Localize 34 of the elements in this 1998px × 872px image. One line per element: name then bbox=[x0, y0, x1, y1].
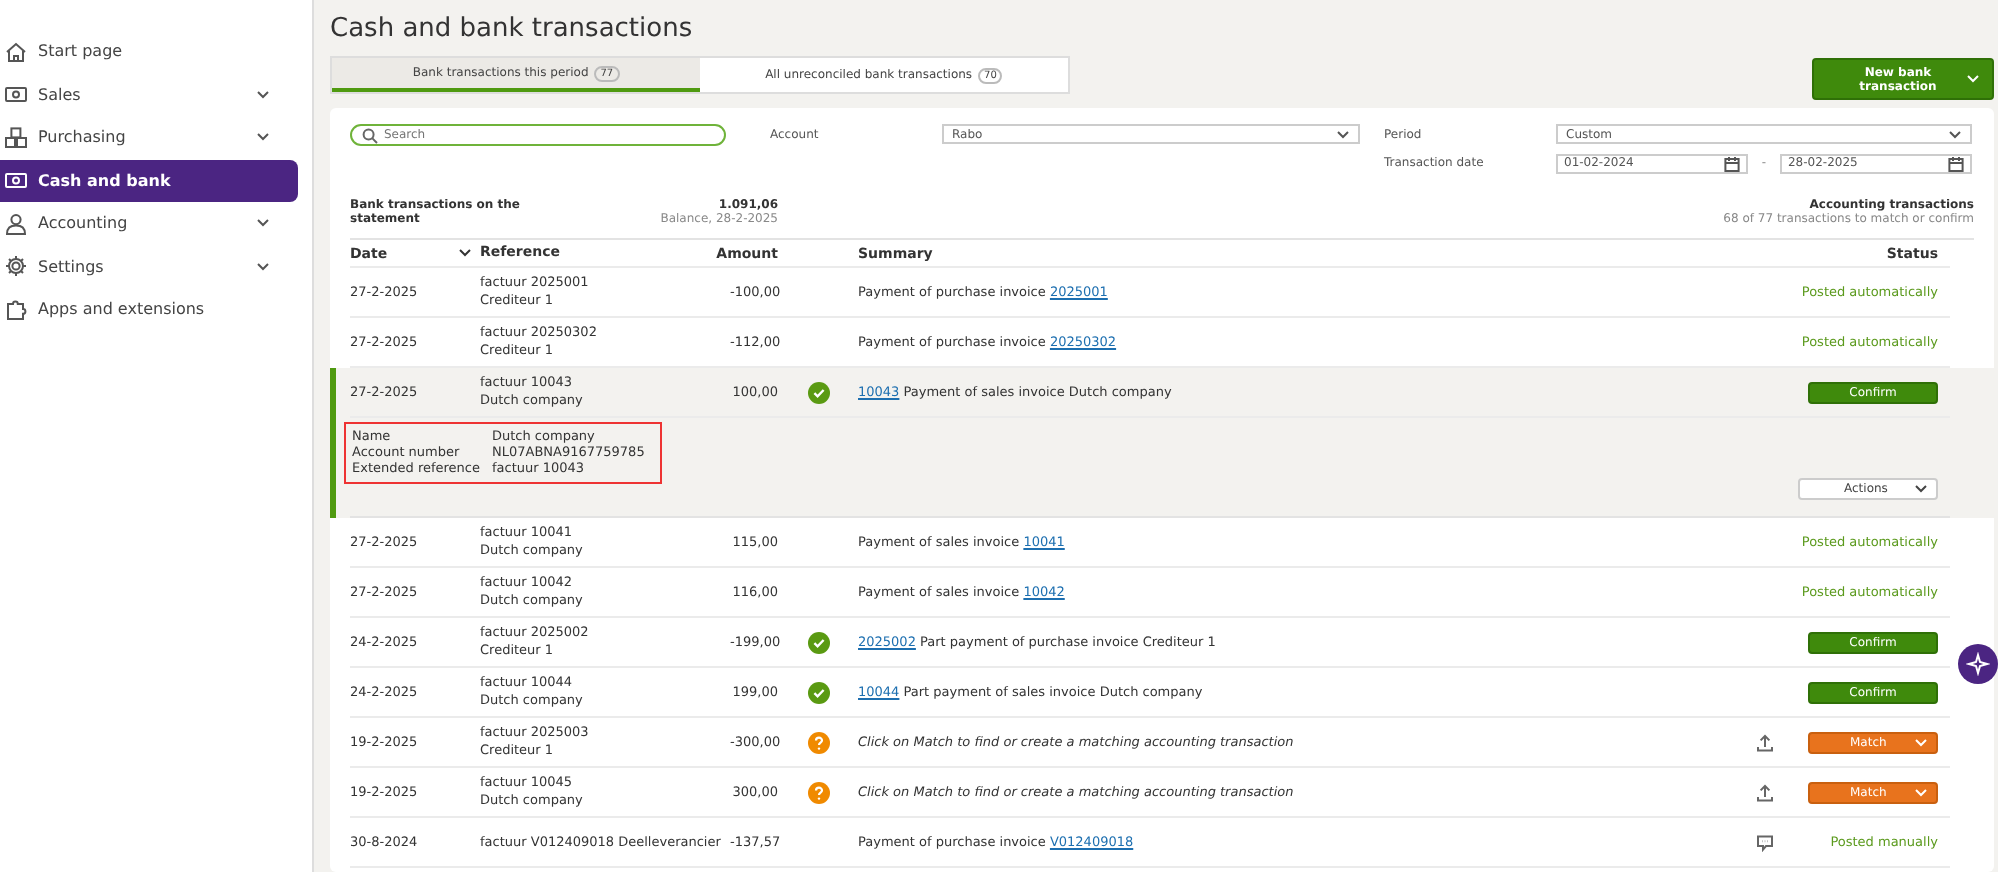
chevron-down-icon bbox=[1336, 129, 1350, 139]
sidebar-item[interactable]: Accounting bbox=[0, 202, 298, 245]
chevron-down-icon bbox=[1914, 737, 1928, 747]
chevron-down-icon bbox=[1948, 129, 1962, 139]
chevron-down-icon bbox=[1914, 787, 1928, 797]
check-circle-icon bbox=[807, 631, 829, 653]
puzzle-icon bbox=[4, 297, 28, 322]
upload-icon bbox=[1755, 733, 1773, 751]
page-title: Cash and bank transactions bbox=[330, 14, 695, 44]
question-circle-icon bbox=[807, 731, 829, 753]
sidebar-item[interactable]: Start page bbox=[0, 30, 298, 73]
question-circle-icon bbox=[807, 781, 829, 803]
speech-bubble-icon bbox=[1755, 833, 1773, 851]
upload-icon bbox=[1755, 783, 1773, 801]
sidebar-item[interactable]: Apps and extensions bbox=[0, 288, 298, 331]
sidebar-item[interactable]: Cash and bank bbox=[0, 159, 298, 202]
sidebar-item[interactable]: Purchasing bbox=[0, 116, 298, 159]
house-icon bbox=[4, 39, 28, 64]
calendar-icon bbox=[1947, 155, 1964, 171]
sort-chevron-icon bbox=[458, 248, 472, 258]
sparkle-icon bbox=[1966, 652, 1990, 676]
check-circle-icon bbox=[807, 681, 829, 703]
gear-icon bbox=[4, 254, 28, 279]
banknote-icon bbox=[4, 168, 28, 193]
person-icon bbox=[4, 211, 28, 236]
sidebar-item[interactable]: Settings bbox=[0, 245, 298, 288]
sidebar-item[interactable]: Sales bbox=[0, 73, 298, 116]
boxes-icon bbox=[4, 125, 28, 150]
check-circle-icon bbox=[807, 381, 829, 403]
chevron-down-icon bbox=[1914, 484, 1928, 494]
calendar-icon bbox=[1724, 155, 1740, 171]
banknote-icon bbox=[4, 82, 28, 107]
search-icon bbox=[362, 127, 378, 143]
chevron-down-icon bbox=[1966, 74, 1980, 84]
